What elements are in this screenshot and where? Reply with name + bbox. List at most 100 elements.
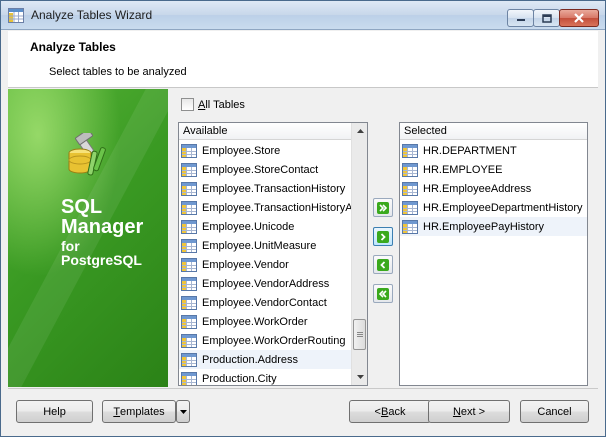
list-item[interactable]: Employee.TransactionHistory (179, 179, 351, 198)
list-item[interactable]: HR.DEPARTMENT (400, 141, 587, 160)
table-icon (402, 181, 418, 196)
close-icon (574, 13, 584, 23)
minimize-icon (516, 19, 525, 21)
available-items[interactable]: Employee.Store Employee.StoreContact Emplo… (179, 141, 351, 385)
double-right-arrow-icon (377, 201, 389, 214)
table-icon (181, 200, 197, 215)
selected-tables-list[interactable]: Selected HR.DEPARTMENT HR.EMPLOYEE HR.Empl… (399, 122, 588, 386)
list-item[interactable]: Employee.TransactionHistoryArchive (179, 198, 351, 217)
cancel-button[interactable]: Cancel (520, 400, 589, 423)
scroll-thumb[interactable] (353, 319, 366, 350)
step-subtitle: Select tables to be analyzed (49, 66, 187, 78)
list-item-label: HR.EmployeePayHistory (423, 220, 545, 233)
selected-items[interactable]: HR.DEPARTMENT HR.EMPLOYEE HR.EmployeeAddre… (400, 141, 587, 385)
table-icon (181, 238, 197, 253)
list-item-label: Employee.WorkOrderRouting (202, 334, 346, 347)
list-item[interactable]: HR.EmployeeAddress (400, 179, 587, 198)
list-item[interactable]: Employee.Store (179, 141, 351, 160)
list-item-label: Employee.Store (202, 144, 281, 157)
table-icon (181, 276, 197, 291)
list-item[interactable]: Employee.WorkOrderRouting (179, 331, 351, 350)
wizard-header: Analyze Tables Select tables to be analy… (8, 31, 598, 88)
list-item[interactable]: HR.EmployeeDepartmentHistory (400, 198, 587, 217)
list-item-label: Employee.VendorContact (202, 296, 327, 309)
available-header: Available (179, 123, 367, 140)
window-title: Analyze Tables Wizard (31, 8, 153, 22)
title-bar[interactable]: Analyze Tables Wizard (1, 1, 605, 30)
table-icon (402, 162, 418, 177)
list-item-label: Employee.UnitMeasure (202, 239, 317, 252)
list-item-label: HR.EmployeeAddress (423, 182, 532, 195)
analyze-tables-wizard-window: Analyze Tables Wizard Analyze Tables Sel… (0, 0, 606, 437)
table-icon (181, 371, 197, 385)
list-item-label: Production.City (202, 372, 277, 385)
list-item[interactable]: Production.City (179, 369, 351, 385)
list-item-label: HR.EmployeeDepartmentHistory (423, 201, 583, 214)
list-item-label: Employee.Vendor (202, 258, 289, 271)
list-item-label: Employee.StoreContact (202, 163, 319, 176)
brand-manager: Manager (61, 216, 144, 238)
table-icon (402, 200, 418, 215)
list-item[interactable]: Employee.VendorContact (179, 293, 351, 312)
left-arrow-icon (377, 258, 389, 271)
list-item-label: Employee.VendorAddress (202, 277, 330, 290)
list-item-label: Employee.Unicode (202, 220, 295, 233)
remove-button[interactable] (373, 255, 393, 274)
right-arrow-icon (377, 230, 389, 243)
templates-button[interactable]: Templates (102, 400, 176, 423)
remove-all-button[interactable] (373, 284, 393, 303)
brand-side-panel: SQL Manager for PostgreSQL (8, 89, 168, 387)
maximize-icon (541, 13, 552, 23)
table-wizard-icon (8, 8, 24, 23)
table-icon (181, 352, 197, 367)
scroll-down-icon (356, 375, 364, 379)
back-button[interactable]: < Back (349, 400, 431, 423)
list-item-label: HR.EMPLOYEE (423, 163, 503, 176)
all-tables-label: All Tables (198, 98, 245, 111)
help-button[interactable]: Help (16, 400, 93, 423)
scroll-up-arrow[interactable] (352, 123, 367, 139)
list-item[interactable]: HR.EmployeePayHistory (400, 217, 587, 236)
table-icon (181, 295, 197, 310)
table-icon (181, 314, 197, 329)
double-left-arrow-icon (377, 287, 389, 300)
available-tables-list[interactable]: Available Employee.Store Employee.StoreCo… (178, 122, 368, 386)
all-tables-checkbox[interactable]: All Tables (181, 98, 245, 111)
list-item[interactable]: HR.EMPLOYEE (400, 160, 587, 179)
list-item[interactable]: Employee.WorkOrder (179, 312, 351, 331)
step-title: Analyze Tables (30, 40, 116, 54)
brand-sql: SQL (61, 196, 103, 218)
brand-postgresql: PostgreSQL (61, 252, 142, 268)
list-item[interactable]: Employee.VendorAddress (179, 274, 351, 293)
all-tables-checkbox-box[interactable] (181, 98, 194, 111)
selected-header: Selected (400, 123, 587, 140)
add-all-button[interactable] (373, 198, 393, 217)
minimize-button[interactable] (507, 9, 534, 27)
list-item-label: Production.Address (202, 353, 298, 366)
table-icon (181, 143, 197, 158)
available-scrollbar[interactable] (351, 123, 367, 385)
list-item[interactable]: Employee.StoreContact (179, 160, 351, 179)
list-item-label: Employee.WorkOrder (202, 315, 308, 328)
table-icon (402, 219, 418, 234)
add-button[interactable] (373, 227, 393, 246)
next-button[interactable]: Next > (428, 400, 510, 423)
table-icon (402, 143, 418, 158)
brand-for: for (61, 238, 80, 254)
chevron-down-icon (179, 409, 187, 414)
scroll-down-arrow[interactable] (352, 369, 367, 385)
close-button[interactable] (559, 9, 599, 27)
list-item-label: HR.DEPARTMENT (423, 144, 517, 157)
list-item[interactable]: Employee.Vendor (179, 255, 351, 274)
list-item[interactable]: Production.Address (179, 350, 351, 369)
database-tools-icon (68, 133, 106, 176)
list-item[interactable]: Employee.UnitMeasure (179, 236, 351, 255)
templates-dropdown-button[interactable] (176, 400, 190, 423)
maximize-button[interactable] (533, 9, 560, 27)
list-item-label: Employee.TransactionHistory (202, 182, 346, 195)
list-item[interactable]: Employee.Unicode (179, 217, 351, 236)
table-icon (181, 333, 197, 348)
table-icon (181, 181, 197, 196)
table-icon (181, 219, 197, 234)
table-icon (181, 162, 197, 177)
